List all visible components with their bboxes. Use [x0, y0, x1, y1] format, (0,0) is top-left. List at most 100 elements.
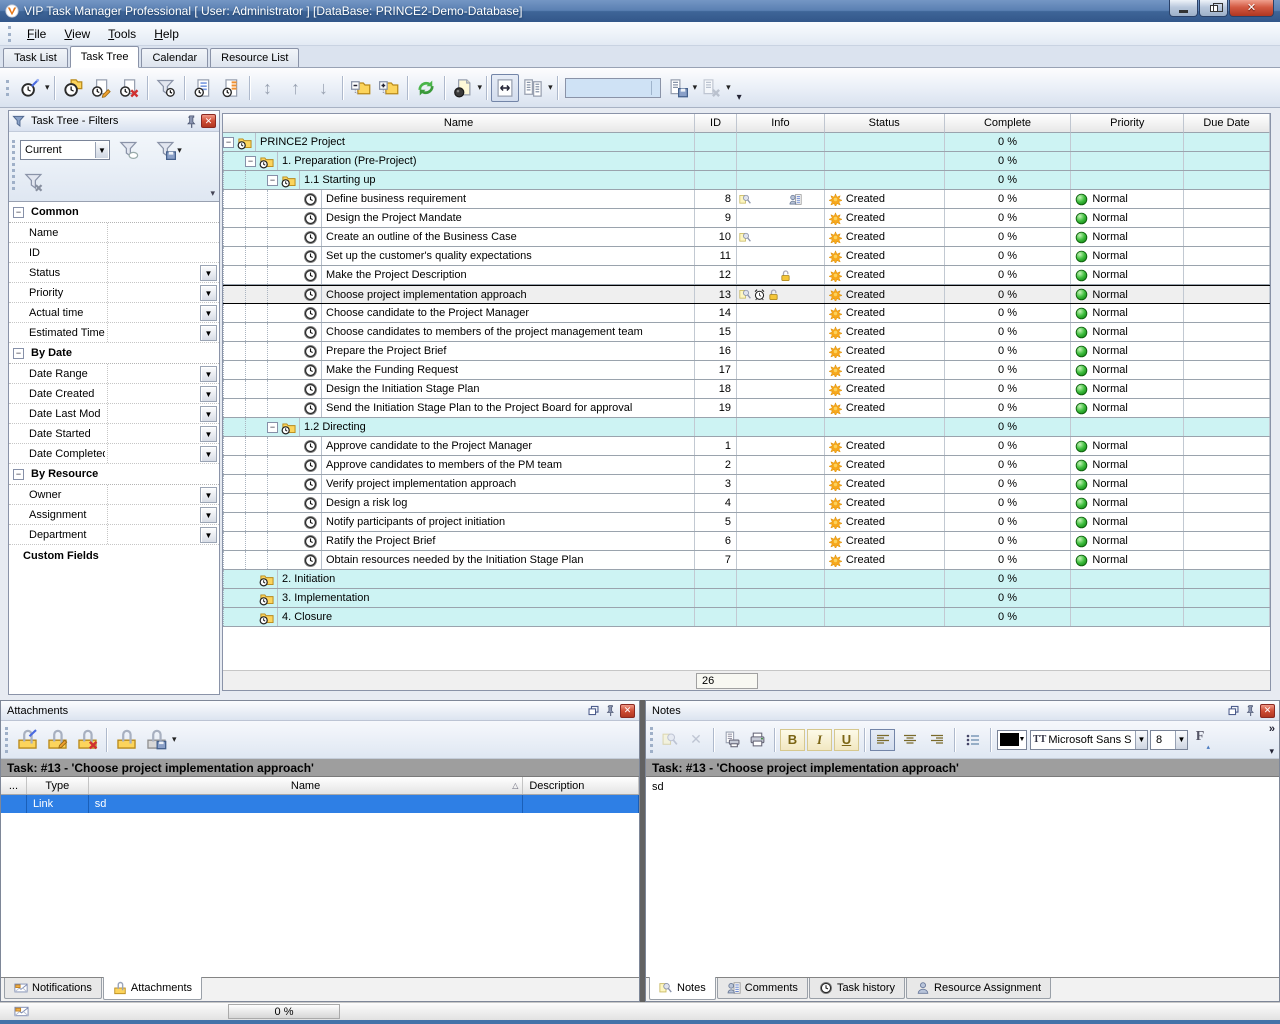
toolbar-overflow[interactable]: » [1269, 723, 1275, 735]
column-header-id[interactable]: ID [695, 114, 737, 133]
chevron-down-icon[interactable]: ▾ [1269, 746, 1274, 757]
align-center-button[interactable] [897, 729, 922, 751]
collapse-icon[interactable]: − [13, 469, 24, 480]
task-delete-button[interactable] [115, 74, 143, 102]
chevron-down-icon[interactable]: ▼ [200, 366, 217, 382]
group-row[interactable]: −1.2 Directing0 % [223, 418, 1270, 437]
notes-editor[interactable]: sd [646, 777, 1279, 977]
column-header-priority[interactable]: Priority [1071, 114, 1184, 133]
toolbar-overflow[interactable]: ▾ [737, 92, 742, 103]
pin-icon[interactable] [184, 114, 199, 128]
task-row[interactable]: Design a risk log4Created0 %Normal [223, 494, 1270, 513]
filter-field-value[interactable] [107, 223, 219, 242]
attachments-close-button[interactable] [620, 704, 635, 718]
layout-delete-button[interactable] [697, 74, 725, 102]
tab-resource-assignment[interactable]: Resource Assignment [906, 978, 1051, 999]
task-row[interactable]: Choose project implementation approach13… [223, 285, 1270, 304]
attachments-column-[interactable]: ... [1, 777, 27, 794]
filter-field-value[interactable] [107, 384, 198, 403]
chevron-down-icon[interactable]: ▼ [200, 527, 217, 543]
filter-field-value[interactable] [107, 424, 198, 443]
tree-collapse-button[interactable] [347, 74, 375, 102]
columns-button[interactable] [519, 74, 547, 102]
clip-add-button[interactable] [12, 725, 42, 755]
task-filter-button[interactable] [152, 74, 180, 102]
task-row[interactable]: Make the Funding Request17Created0 %Norm… [223, 361, 1270, 380]
task-row[interactable]: Make the Project Description12Created0 %… [223, 266, 1270, 285]
filter-panel-close-button[interactable] [201, 114, 216, 128]
column-header-status[interactable]: Status [825, 114, 945, 133]
task-row[interactable]: Obtain resources needed by the Initiatio… [223, 551, 1270, 570]
delete-note-button[interactable]: ✕ [683, 728, 709, 752]
task-row[interactable]: Approve candidates to members of the PM … [223, 456, 1270, 475]
task-row[interactable]: Design the Initiation Stage Plan18Create… [223, 380, 1270, 399]
filter-field-value[interactable] [107, 283, 198, 302]
chevron-down-icon[interactable]: ▼ [200, 507, 217, 523]
chevron-down-icon[interactable]: ▼ [1135, 731, 1147, 749]
tab-task-history[interactable]: Task history [809, 978, 905, 999]
chevron-down-icon[interactable]: ▾ [548, 82, 553, 93]
task-add-group-button[interactable] [59, 74, 87, 102]
bold-button[interactable]: B [780, 729, 805, 751]
task-row[interactable]: Verify project implementation approach3C… [223, 475, 1270, 494]
tab-resource-list[interactable]: Resource List [210, 48, 299, 67]
task-row[interactable]: Send the Initiation Stage Plan to the Pr… [223, 399, 1270, 418]
minimize-button[interactable] [1169, 0, 1198, 17]
attachments-column-description[interactable]: Description [523, 777, 639, 794]
task-row[interactable]: Approve candidate to the Project Manager… [223, 437, 1270, 456]
column-header-info[interactable]: Info [737, 114, 825, 133]
pin-icon[interactable] [603, 704, 618, 718]
chevron-down-icon[interactable]: ▾ [172, 734, 177, 745]
restore-panel-icon[interactable] [586, 704, 601, 718]
chevron-down-icon[interactable]: ▼ [200, 305, 217, 321]
column-header-due-date[interactable]: Due Date [1184, 114, 1270, 133]
tab-notes[interactable]: Notes [649, 977, 716, 1000]
collapse-icon[interactable]: − [13, 207, 24, 218]
notes-close-button[interactable] [1260, 704, 1275, 718]
layout-combo[interactable] [565, 78, 661, 98]
move-updown-button[interactable]: ↕ [254, 74, 282, 102]
task-row[interactable]: Choose candidate to the Project Manager1… [223, 304, 1270, 323]
bullet-list-button[interactable] [960, 729, 985, 751]
filter-field-value[interactable] [107, 263, 198, 282]
menu-view[interactable]: View [55, 24, 99, 44]
group-row[interactable]: 2. Initiation0 % [223, 570, 1270, 589]
attachment-row[interactable]: Linksd [1, 795, 639, 813]
task-row[interactable]: Set up the customer's quality expectatio… [223, 247, 1270, 266]
tab-notifications[interactable]: Notifications [4, 978, 102, 999]
task-row[interactable]: Prepare the Project Brief16Created0 %Nor… [223, 342, 1270, 361]
menu-tools[interactable]: Tools [99, 24, 145, 44]
chevron-down-icon[interactable]: ▼ [200, 386, 217, 402]
layout-save-button[interactable] [664, 74, 692, 102]
edit-note-button[interactable] [657, 728, 683, 752]
task-edit-button[interactable] [87, 74, 115, 102]
export-button[interactable] [449, 74, 477, 102]
filter-field-value[interactable] [107, 444, 198, 463]
filter-field-value[interactable] [107, 505, 198, 524]
tab-task-list[interactable]: Task List [3, 48, 68, 67]
clip-edit-button[interactable] [42, 725, 72, 755]
task-row[interactable]: Create an outline of the Business Case10… [223, 228, 1270, 247]
task-row[interactable]: Notify participants of project initiatio… [223, 513, 1270, 532]
filter-field-value[interactable] [107, 243, 219, 262]
tree-expander[interactable]: − [223, 137, 234, 148]
clip-open-button[interactable] [111, 725, 141, 755]
align-left-button[interactable] [870, 729, 895, 751]
clip-save-button[interactable] [141, 725, 171, 755]
chevron-down-icon[interactable]: ▼ [200, 426, 217, 442]
underline-button[interactable]: U [834, 729, 859, 751]
chevron-down-icon[interactable]: ▾ [478, 82, 483, 93]
attachments-column-type[interactable]: Type [27, 777, 89, 794]
chevron-down-icon[interactable]: ▼ [200, 265, 217, 281]
group-row[interactable]: −1.1 Starting up0 % [223, 171, 1270, 190]
tree-expander[interactable]: − [267, 175, 278, 186]
task-row[interactable]: Design the Project Mandate9Created0 %Nor… [223, 209, 1270, 228]
filter-field-value[interactable] [107, 323, 198, 342]
print-preview-button[interactable] [718, 728, 744, 752]
group-row[interactable]: 4. Closure0 % [223, 608, 1270, 627]
toolbar-overflow[interactable]: ▾ [210, 188, 215, 199]
chevron-down-icon[interactable]: ▼ [200, 487, 217, 503]
group-row[interactable]: 3. Implementation0 % [223, 589, 1270, 608]
chevron-down-icon[interactable]: ▼ [1175, 731, 1187, 749]
restore-button[interactable] [1199, 0, 1228, 17]
